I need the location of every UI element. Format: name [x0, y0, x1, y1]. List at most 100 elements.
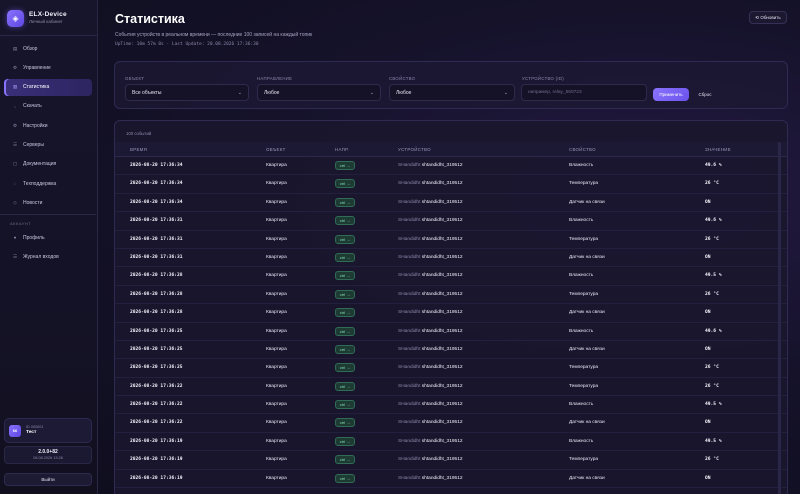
cell-property: Температура [569, 181, 599, 187]
direction-badge: ctrl → [335, 400, 355, 410]
cell-object: Квартира [266, 163, 287, 168]
table-row[interactable]: 2026-08-20 17:36:34 Квартира ctrl → SHandid… [115, 194, 787, 213]
cell-device: SHandidht shtandidht_319512 [398, 292, 463, 297]
cell-object: Квартира [266, 236, 287, 242]
user-card[interactable]: 66 ID 000001 Тест [4, 418, 92, 443]
column-header-time[interactable]: ВРЕМЯ [130, 147, 147, 152]
sidebar-item[interactable]: ☰ Журнал входов [4, 249, 92, 266]
table-row[interactable]: 2026-08-20 17:36:34 Квартира ctrl → SHandid… [115, 175, 787, 194]
table-row[interactable]: 2026-08-20 17:36:19 Квартира ctrl → SHandid… [115, 451, 787, 470]
events-panel: 100 событий ВРЕМЯ ОБЪЕКТ НАПР. УСТРОЙСТВ… [114, 120, 788, 494]
page-title: Статистика [115, 12, 185, 26]
cell-time: 2026-08-20 17:36:34 [130, 199, 183, 205]
sidebar-item[interactable]: ◇ Новости [4, 194, 92, 211]
object-select[interactable]: Все объекты ⌄ [125, 84, 249, 101]
cell-value: ON [705, 346, 711, 352]
cell-time: 2026-08-20 17:36:31 [130, 236, 183, 242]
reset-button[interactable]: Сброс [693, 88, 717, 101]
cell-time: 2026-08-20 17:36:22 [130, 383, 183, 389]
device-id-input[interactable]: например, relay_560723 [521, 84, 647, 101]
device-id: shtandidht_319512 [421, 218, 463, 224]
cell-property: Влажность [569, 273, 594, 279]
table-row[interactable]: 2026-08-20 17:36:25 Квартира ctrl → SHandid… [115, 341, 787, 360]
cell-time: 2026-08-20 17:36:28 [130, 310, 183, 316]
cell-device: SHandidht shtandidht_319512 [398, 273, 463, 278]
table-row[interactable]: 2026-08-20 17:36:28 Квартира ctrl → SHandid… [115, 286, 787, 305]
table-row[interactable]: 2026-08-20 17:36:25 Квартира ctrl → SHandid… [115, 323, 787, 341]
apply-button[interactable]: Применить [653, 88, 689, 101]
brand[interactable]: ◈ ELX-Device Личный кабинет [7, 9, 67, 27]
property-filter-label: СВОЙСТВО [389, 76, 416, 81]
table-row[interactable]: 2026-08-20 17:36:25 Квартира ctrl → SHandid… [115, 359, 787, 378]
sidebar-item-label: Документация [23, 161, 57, 168]
table-row[interactable]: 2026-08-20 17:36:28 Квартира ctrl → SHandid… [115, 267, 787, 286]
direction-select[interactable]: Любое ⌄ [257, 84, 381, 101]
sidebar-item[interactable]: ⚙ Управление [4, 59, 92, 76]
table-row[interactable]: 2026-08-20 17:36:19 Квартира ctrl → SHandid… [115, 433, 787, 452]
cell-object: Квартира [266, 475, 287, 481]
page-subtitle: События устройств в реальном времени — п… [115, 32, 313, 38]
table-body: 2026-08-20 17:36:34 Квартира ctrl → SHandid… [115, 157, 787, 489]
cell-value: 26 °C [705, 457, 719, 463]
device-brand: SHandidht [398, 310, 421, 316]
cell-device: SHandidht shtandidht_319512 [398, 384, 463, 389]
device-brand: SHandidht [398, 438, 421, 444]
table-row[interactable]: 2026-08-20 17:36:31 Квартира ctrl → SHandid… [115, 231, 787, 249]
table-row[interactable]: 2026-08-20 17:36:28 Квартира ctrl → SHandid… [115, 304, 787, 323]
property-select[interactable]: Любое ⌄ [389, 84, 515, 101]
table-row[interactable]: 2026-08-20 17:36:22 Квартира ctrl → SHandid… [115, 378, 787, 397]
table-scrollbar[interactable] [778, 142, 781, 494]
column-header-object[interactable]: ОБЪЕКТ [266, 147, 286, 152]
cell-object: Квартира [266, 420, 287, 426]
cell-time: 2026-08-20 17:36:28 [130, 273, 183, 279]
cell-object: Квартира [266, 254, 287, 260]
refresh-button[interactable]: ⟲ Обновить [749, 11, 787, 24]
device-brand: SHandidht [398, 328, 421, 334]
table-row[interactable]: 2026-08-20 17:36:34 Квартира ctrl → SHandid… [115, 157, 787, 176]
sidebar-item-label: Журнал входов [23, 254, 59, 261]
table-row[interactable]: 2026-08-20 17:36:31 Квартира ctrl → SHandid… [115, 212, 787, 231]
cell-device: SHandidht shtandidht_319512 [398, 181, 463, 186]
device-brand: SHandidht [398, 273, 421, 279]
table-row[interactable]: 2026-08-20 17:36:22 Квартира ctrl → SHandid… [115, 396, 787, 415]
cell-object: Квартира [266, 346, 287, 352]
cell-device: SHandidht shtandidht_319512 [398, 329, 463, 334]
sidebar-item[interactable]: ◌ Техподдержка [4, 175, 92, 192]
column-header-direction[interactable]: НАПР. [335, 147, 349, 152]
cell-property: Датчик на связи [569, 254, 605, 260]
column-header-property[interactable]: СВОЙСТВО [569, 147, 596, 152]
device-id: shtandidht_319512 [421, 291, 463, 297]
cell-object: Квартира [266, 328, 287, 334]
cell-property: Датчик на связи [569, 199, 605, 205]
sidebar-item[interactable]: ☰ Серверы [4, 136, 92, 153]
cell-property: Датчик на связи [569, 346, 605, 352]
table-row[interactable]: 2026-08-20 17:36:19 Квартира ctrl → SHandid… [115, 470, 787, 489]
cell-time: 2026-08-20 17:36:22 [130, 420, 183, 426]
device-brand: SHandidht [398, 199, 421, 205]
news-icon: ◇ [13, 199, 17, 205]
sidebar-item[interactable]: ↓ Скачать [4, 98, 92, 115]
cell-value: ON [705, 420, 711, 426]
cell-object: Квартира [266, 365, 287, 371]
logout-button[interactable]: Выйти [4, 473, 92, 486]
sidebar-item[interactable]: ▥ Статистика [4, 78, 92, 96]
table-row[interactable]: 2026-08-20 17:36:31 Квартира ctrl → SHandid… [115, 249, 787, 268]
device-id: shtandidht_319512 [421, 383, 463, 389]
device-brand: SHandidht [398, 365, 421, 371]
column-header-value[interactable]: ЗНАЧЕНИЕ [705, 147, 731, 152]
direction-badge: ctrl → [335, 418, 355, 428]
sidebar-item[interactable]: ⚙ Настройки [4, 117, 92, 134]
table-row[interactable]: 2026-08-20 17:36:22 Квартира ctrl → SHandid… [115, 414, 787, 433]
cell-time: 2026-08-20 17:36:31 [130, 218, 183, 224]
events-count: 100 событий [126, 131, 152, 136]
device-id: shtandidht_319512 [421, 163, 463, 168]
cell-object: Квартира [266, 199, 287, 205]
column-header-device[interactable]: УСТРОЙСТВО [398, 147, 431, 152]
cell-time: 2026-08-20 17:36:19 [130, 438, 183, 444]
sidebar-nav: ▤ Обзор ⚙ Управление ▥ Статистика ↓ Скачать ⚙ Нас… [0, 40, 96, 268]
sidebar-item[interactable]: ▤ Обзор [4, 40, 92, 57]
device-id: shtandidht_319512 [421, 457, 463, 463]
sidebar-item[interactable]: ● Профиль [4, 229, 92, 246]
cell-property: Датчик на связи [569, 420, 605, 426]
sidebar-item[interactable]: ▢ Документация [4, 156, 92, 173]
